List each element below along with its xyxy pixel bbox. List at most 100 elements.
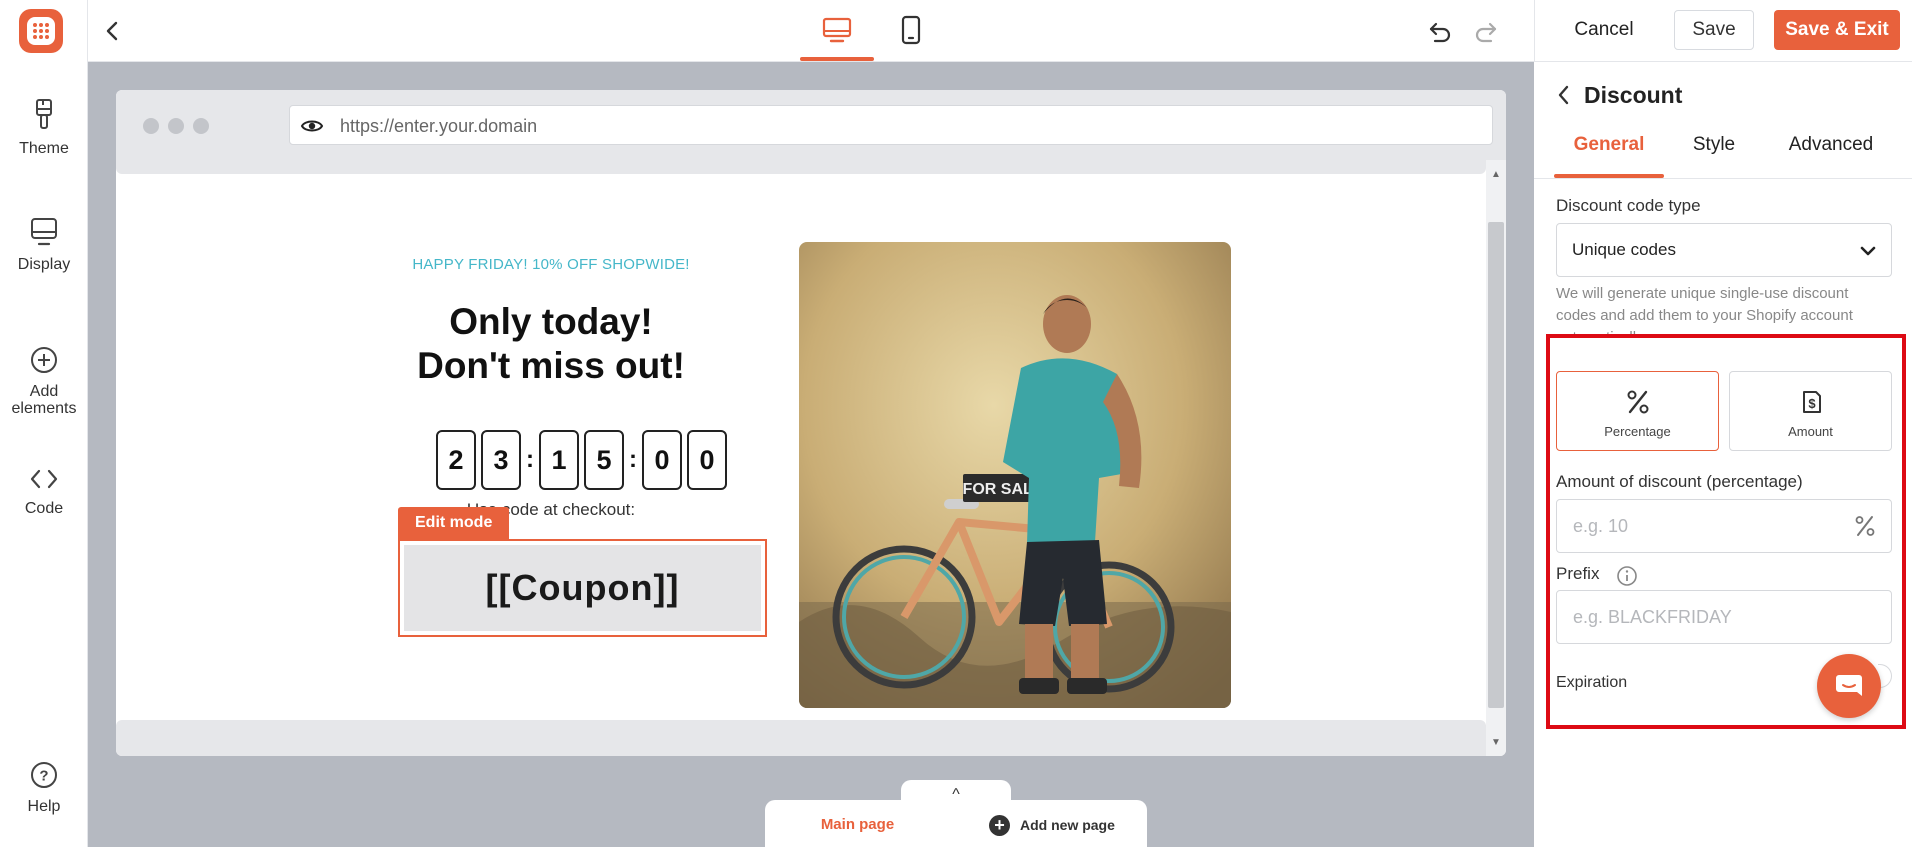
url-field: https://enter.your.domain xyxy=(289,105,1493,145)
coupon-code: [[Coupon]] xyxy=(404,545,761,631)
add-new-page-button[interactable]: + Add new page xyxy=(989,814,1115,836)
sidebar-item-code[interactable]: Code xyxy=(0,466,88,517)
sidebar-item-label: Theme xyxy=(19,140,69,157)
support-chat-button[interactable] xyxy=(1817,654,1881,718)
browser-top-band xyxy=(116,160,1486,174)
discount-amount-field[interactable] xyxy=(1556,499,1892,553)
sidebar-item-label-2: elements xyxy=(11,400,77,417)
back-button[interactable] xyxy=(100,18,126,44)
percentage-option-label: Percentage xyxy=(1604,424,1671,439)
sidebar-item-theme[interactable]: Theme xyxy=(0,98,88,157)
help-circle-icon: ? xyxy=(31,762,57,788)
countdown-separator: : xyxy=(629,446,637,473)
redo-icon xyxy=(1475,22,1497,43)
chevron-left-icon xyxy=(1558,85,1569,105)
prefix-input[interactable] xyxy=(1558,592,1838,642)
countdown-timer[interactable]: 2 3 : 1 5 : 0 0 xyxy=(436,430,732,490)
percentage-option[interactable]: Percentage xyxy=(1556,371,1719,451)
tabs-divider xyxy=(1534,178,1912,179)
tab-general[interactable]: General xyxy=(1554,134,1664,156)
browser-bottom-band xyxy=(116,720,1486,756)
plus-icon: + xyxy=(989,814,1010,836)
chevron-left-icon xyxy=(106,21,118,41)
sidebar-item-display[interactable]: Display xyxy=(0,216,88,273)
scroll-up-arrow[interactable]: ▲ xyxy=(1489,168,1503,182)
active-device-indicator xyxy=(800,57,874,61)
undo-button[interactable] xyxy=(1426,17,1454,45)
prefix-label: Prefix xyxy=(1556,564,1600,583)
monitor-icon xyxy=(31,218,57,246)
preview-scroll-thumb[interactable] xyxy=(1488,222,1504,708)
settings-panel: Discount General Style Advanced Discount… xyxy=(1534,62,1912,847)
countdown-digit: 0 xyxy=(642,430,682,490)
coupon-element[interactable]: [[Coupon]] xyxy=(398,539,767,637)
code-icon xyxy=(30,469,58,489)
headline-line-2: Don't miss out! xyxy=(417,345,685,386)
sidebar-item-help[interactable]: ? Help xyxy=(0,760,88,815)
countdown-digit: 0 xyxy=(687,430,727,490)
left-sidebar: Theme Display Add elements Code ? Help xyxy=(0,0,88,847)
browser-preview: https://enter.your.domain ▲ ▼ HAPPY FRID… xyxy=(116,90,1506,756)
percent-icon xyxy=(1627,390,1648,414)
undo-icon xyxy=(1429,22,1451,43)
select-value: Unique codes xyxy=(1572,240,1676,259)
popup-headline[interactable]: Only today! Don't miss out! xyxy=(356,300,746,388)
panel-back-button[interactable] xyxy=(1554,82,1574,113)
main-page-tab[interactable]: Main page xyxy=(765,800,950,847)
man-with-bicycle-image: FOR SALE xyxy=(799,242,1231,708)
popup-kicker[interactable]: HAPPY FRIDAY! 10% OFF SHOPWIDE! xyxy=(396,256,706,273)
desktop-icon xyxy=(822,17,852,43)
amount-of-discount-label: Amount of discount (percentage) xyxy=(1556,472,1803,491)
discount-code-type-label: Discount code type xyxy=(1556,196,1701,215)
expiration-label: Expiration xyxy=(1556,674,1628,691)
mobile-view-button[interactable] xyxy=(891,12,931,48)
app-logo xyxy=(19,9,63,53)
window-dot xyxy=(193,118,209,134)
prefix-field[interactable] xyxy=(1556,590,1892,644)
info-icon[interactable] xyxy=(1616,565,1638,587)
eye-icon xyxy=(300,120,324,132)
countdown-separator: : xyxy=(526,446,534,473)
discount-code-type-select[interactable]: Unique codes xyxy=(1556,223,1892,277)
sidebar-item-label: Add xyxy=(29,383,59,400)
browser-address-bar: https://enter.your.domain xyxy=(116,90,1506,160)
countdown-digit: 5 xyxy=(584,430,624,490)
headline-line-1: Only today! xyxy=(449,301,653,342)
cancel-button[interactable]: Cancel xyxy=(1562,10,1646,50)
toolbar-divider xyxy=(1534,0,1535,62)
amount-option[interactable]: $ Amount xyxy=(1729,371,1892,451)
tab-advanced[interactable]: Advanced xyxy=(1766,134,1896,156)
scroll-down-arrow[interactable]: ▼ xyxy=(1489,736,1503,750)
popup-hero-image[interactable]: FOR SALE xyxy=(799,242,1231,708)
mobile-icon xyxy=(901,15,921,45)
desktop-view-button[interactable] xyxy=(817,12,857,48)
chevron-down-icon xyxy=(1860,246,1876,256)
page-switcher: Main page + Add new page xyxy=(765,800,1147,847)
top-toolbar: Cancel Save Save & Exit xyxy=(88,0,1912,62)
brush-icon xyxy=(36,99,52,129)
sidebar-item-label: Display xyxy=(17,256,71,273)
discount-amount-input[interactable] xyxy=(1558,501,1838,551)
sidebar-item-label: Help xyxy=(27,798,61,815)
editor-canvas: https://enter.your.domain ▲ ▼ HAPPY FRID… xyxy=(88,62,1534,847)
amount-option-label: Amount xyxy=(1788,424,1833,439)
add-new-page-label: Add new page xyxy=(1020,817,1115,833)
redo-button[interactable] xyxy=(1472,17,1500,45)
amount-icon: $ xyxy=(1802,391,1821,413)
code-type-helper-text: We will generate unique single-use disco… xyxy=(1556,285,1853,337)
window-dot xyxy=(168,118,184,134)
save-exit-button[interactable]: Save & Exit xyxy=(1774,10,1900,50)
chat-icon xyxy=(1836,675,1862,696)
window-dot xyxy=(143,118,159,134)
panel-title: Discount xyxy=(1584,82,1683,108)
sidebar-item-add-elements[interactable]: Add elements xyxy=(0,345,88,417)
sidebar-item-label: Code xyxy=(24,500,64,517)
save-button[interactable]: Save xyxy=(1674,10,1754,50)
svg-text:?: ? xyxy=(39,768,48,785)
plus-circle-icon xyxy=(31,347,57,373)
percent-icon xyxy=(1855,516,1875,536)
countdown-digit: 2 xyxy=(436,430,476,490)
tab-style[interactable]: Style xyxy=(1682,134,1746,156)
url-text: https://enter.your.domain xyxy=(340,116,538,136)
edit-mode-tag: Edit mode xyxy=(398,507,510,539)
